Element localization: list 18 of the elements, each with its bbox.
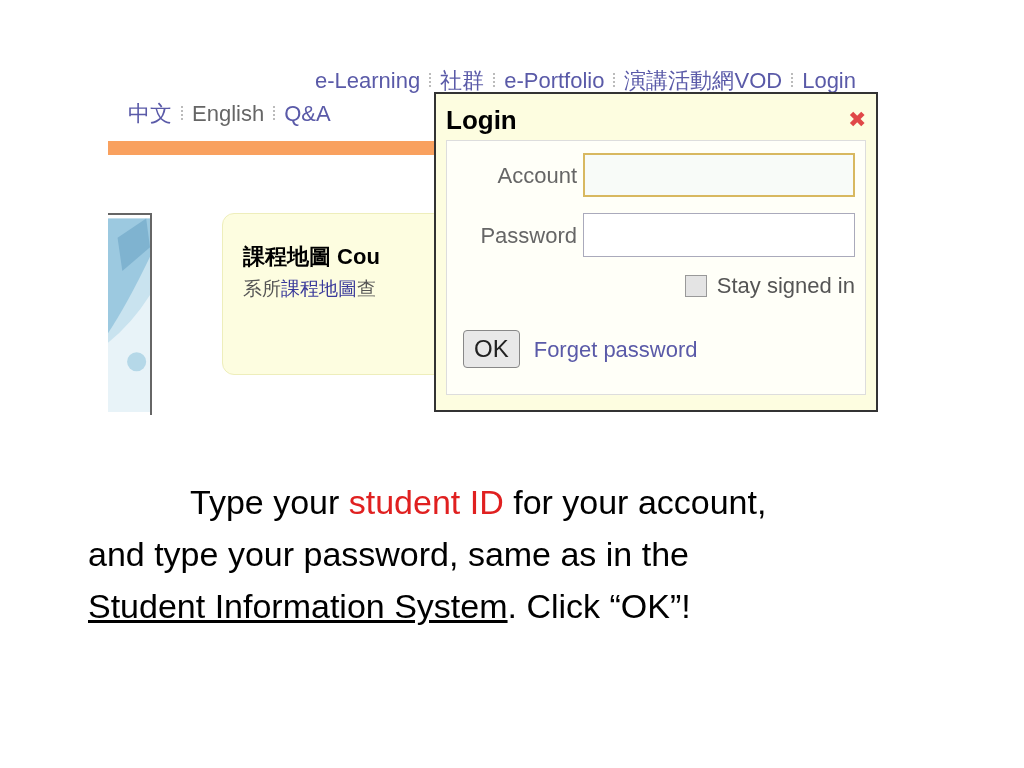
- nav-link[interactable]: e-Learning: [315, 65, 421, 97]
- language-link[interactable]: English: [192, 96, 265, 130]
- input-field[interactable]: [583, 153, 855, 197]
- language-link[interactable]: Q&A: [284, 96, 331, 130]
- course-map-link[interactable]: 課程地圖: [281, 278, 357, 299]
- system-link[interactable]: Student Information System: [88, 587, 508, 625]
- input-field[interactable]: [583, 213, 855, 257]
- ok-button[interactable]: OK: [463, 330, 520, 368]
- checkbox-label: Stay signed in: [716, 272, 855, 300]
- close-button[interactable]: ✖: [848, 109, 866, 131]
- card-title: 課程地圖 Cou: [243, 243, 381, 271]
- instruction-text: Type your student ID for your account, and type your password, same as in the Student Information System. Click “OK”!: [88, 482, 768, 627]
- field-label: Account: [497, 161, 577, 190]
- dialog-title: Login: [446, 103, 517, 137]
- field-label: Password: [480, 221, 577, 250]
- forgot-password-link[interactable]: Forget password: [533, 332, 698, 366]
- checkbox[interactable]: [684, 274, 707, 297]
- language-link[interactable]: 中文: [128, 96, 172, 130]
